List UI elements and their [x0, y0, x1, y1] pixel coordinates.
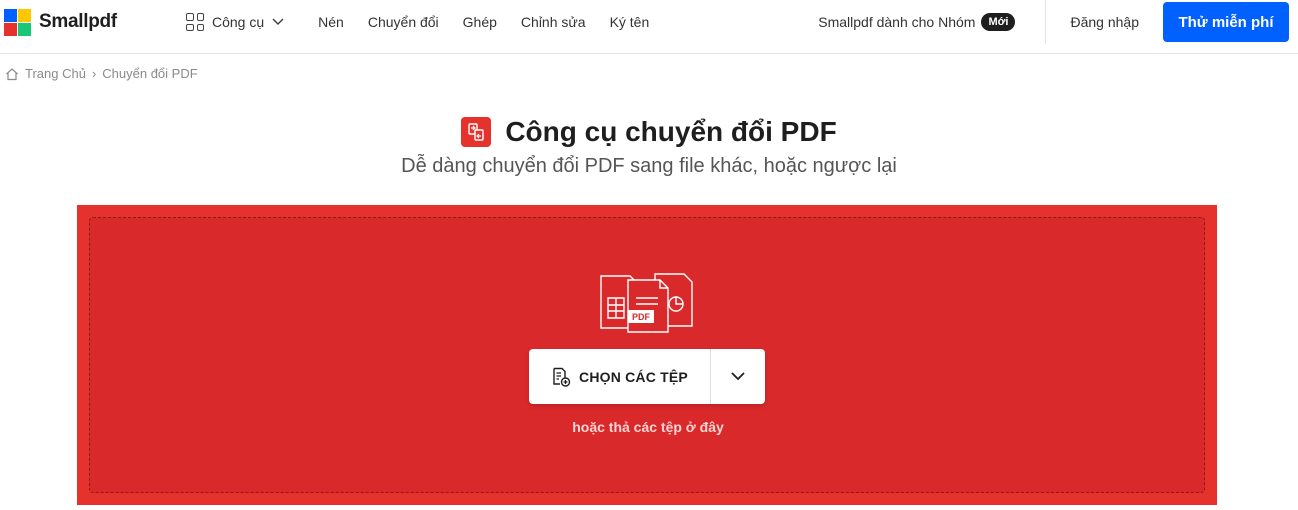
files-illustration-icon: PDF [600, 273, 693, 333]
choose-files-control: CHỌN CÁC TỆP [529, 349, 765, 404]
header-divider [1045, 0, 1047, 44]
nav-item-compress[interactable]: Nén [318, 14, 344, 30]
file-dropzone[interactable]: PDF CHỌN CÁC TỆP hoặc thả các tệp ở đây [77, 205, 1217, 505]
try-free-button[interactable]: Thử miễn phí [1163, 2, 1289, 42]
login-link[interactable]: Đăng nhập [1070, 14, 1139, 30]
tools-menu-label: Công cụ [212, 14, 265, 30]
breadcrumb: Trang Chủ › Chuyển đổi PDF [5, 66, 198, 81]
nav-item-convert[interactable]: Chuyển đổi [368, 14, 439, 30]
add-file-icon [553, 367, 571, 387]
nav-item-sign[interactable]: Ký tên [610, 14, 650, 30]
page-title: Công cụ chuyển đổi PDF [505, 116, 837, 147]
page-subtitle: Dễ dàng chuyển đổi PDF sang file khác, h… [401, 155, 897, 177]
team-label: Smallpdf dành cho Nhóm [818, 14, 976, 30]
convert-tool-icon [461, 117, 492, 147]
chevron-down-icon [272, 18, 284, 26]
choose-source-dropdown[interactable] [711, 349, 765, 404]
dropzone-dashed-area[interactable]: PDF CHỌN CÁC TỆP hoặc thả các tệp ở đây [89, 217, 1205, 493]
drop-hint: hoặc thả các tệp ở đây [572, 419, 724, 435]
smallpdf-logo[interactable]: Smallpdf [4, 8, 117, 36]
breadcrumb-separator: › [91, 66, 97, 81]
breadcrumb-home[interactable]: Trang Chủ [25, 66, 86, 81]
new-badge: Mới [981, 13, 1016, 31]
brand-name: Smallpdf [39, 11, 117, 32]
smallpdf-logo-icon [4, 8, 31, 36]
team-link[interactable]: Smallpdf dành cho Nhóm Mới [818, 13, 1016, 31]
grid-icon [186, 13, 204, 31]
choose-files-label: CHỌN CÁC TỆP [579, 368, 688, 385]
home-icon [6, 67, 18, 80]
choose-files-button[interactable]: CHỌN CÁC TỆP [529, 349, 711, 404]
chevron-down-icon [731, 372, 745, 381]
header-right: Smallpdf dành cho Nhóm Mới Đăng nhập Thử… [818, 0, 1298, 44]
tools-menu-button[interactable]: Công cụ [186, 13, 284, 31]
pdf-label: PDF [632, 312, 651, 322]
title-row: Công cụ chuyển đổi PDF [0, 116, 1298, 148]
nav-item-merge[interactable]: Ghép [463, 14, 497, 30]
main-nav: Công cụ Nén Chuyển đổi Ghép Chỉnh sửa Ký… [186, 0, 673, 44]
nav-item-edit[interactable]: Chỉnh sửa [521, 14, 586, 30]
top-navigation-bar: Smallpdf Công cụ Nén Chuyển đổi Ghép Chỉ… [0, 0, 1298, 54]
breadcrumb-current[interactable]: Chuyển đổi PDF [102, 66, 197, 81]
